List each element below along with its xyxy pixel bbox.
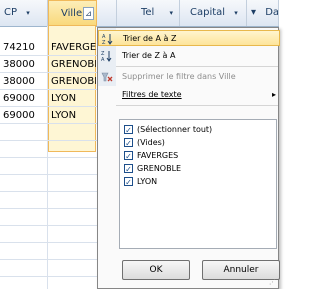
column-header-blank bbox=[97, 0, 117, 26]
column-header-label: Date bbox=[265, 7, 279, 18]
menu-item-label: Trier de Z à A bbox=[122, 51, 176, 60]
column-header-tel[interactable]: Tel ▾ bbox=[117, 0, 180, 26]
cell-cp[interactable]: 69000 bbox=[0, 91, 48, 107]
menu-separator bbox=[116, 105, 278, 106]
menu-item-clear-filter[interactable]: Supprimer le filtre dans Ville bbox=[98, 69, 280, 85]
ok-button[interactable]: OK bbox=[122, 260, 190, 280]
filter-dropdown-icon[interactable]: ▾ bbox=[251, 7, 256, 18]
clear-filter-icon bbox=[101, 71, 113, 83]
column-header-cp[interactable]: CP ▾ bbox=[0, 0, 48, 26]
cell-ville[interactable]: FAVERGES bbox=[48, 40, 96, 56]
checklist-item-grenoble[interactable]: ✓ GRENOBLE bbox=[124, 163, 181, 175]
checklist-label: (Sélectionner tout) bbox=[137, 125, 213, 134]
resize-grip-icon[interactable]: ⋰ bbox=[269, 278, 276, 286]
checkbox[interactable]: ✓ bbox=[124, 151, 133, 161]
checklist-item-faverges[interactable]: ✓ FAVERGES bbox=[124, 150, 178, 162]
checklist-item-lyon[interactable]: ✓ LYON bbox=[124, 176, 157, 188]
column-header-capital[interactable]: Capital ▾ bbox=[180, 0, 247, 26]
column-header-date[interactable]: ▾ Date bbox=[247, 0, 279, 26]
menu-item-label: Supprimer le filtre dans Ville bbox=[122, 72, 236, 81]
cancel-button[interactable]: Annuler bbox=[202, 260, 280, 280]
cell-ville[interactable]: LYON bbox=[48, 91, 96, 107]
checkbox[interactable]: ✓ bbox=[124, 164, 133, 174]
svg-text:Z: Z bbox=[102, 40, 106, 45]
autofilter-menu: AZ Trier de A à Z ZA Trier de Z à A Supp… bbox=[97, 27, 280, 289]
value-checklist[interactable]: ✓ (Sélectionner tout) ✓ (Vides) ✓ FAVERGES … bbox=[119, 119, 277, 249]
cell-cp[interactable]: 74210 bbox=[0, 40, 48, 56]
column-header-ville[interactable]: Ville ⊿ bbox=[48, 0, 97, 26]
checklist-item-blanks[interactable]: ✓ (Vides) bbox=[124, 137, 165, 149]
cell-cp[interactable]: 38000 bbox=[0, 57, 48, 73]
column-header-label: Tel bbox=[141, 7, 155, 18]
menu-item-label: Filtres de texte bbox=[122, 90, 182, 99]
filter-dropdown-icon[interactable]: ▾ bbox=[26, 9, 30, 17]
column-header-row: CP ▾ Ville ⊿ Tel ▾ Capital ▾ ▾ Date bbox=[0, 0, 279, 27]
checkbox[interactable]: ✓ bbox=[124, 138, 133, 148]
column-header-label: Ville bbox=[61, 8, 83, 19]
svg-text:A: A bbox=[101, 57, 105, 62]
cell-cp[interactable]: 38000 bbox=[0, 74, 48, 90]
column-header-label: CP bbox=[4, 7, 18, 18]
menu-separator bbox=[116, 66, 278, 67]
cell-cp[interactable]: 69000 bbox=[0, 108, 48, 124]
sort-az-icon: AZ bbox=[102, 33, 114, 46]
checkbox[interactable]: ✓ bbox=[124, 177, 133, 187]
menu-item-sort-za[interactable]: ZA Trier de Z à A bbox=[98, 48, 280, 64]
checkbox[interactable]: ✓ bbox=[124, 125, 133, 135]
cell-ville[interactable]: GRENOBLE bbox=[48, 57, 96, 73]
checklist-label: FAVERGES bbox=[137, 151, 179, 160]
checklist-label: (Vides) bbox=[137, 138, 165, 147]
menu-item-label: Trier de A à Z bbox=[123, 34, 177, 43]
submenu-arrow-icon: ▸ bbox=[271, 90, 276, 99]
active-filter-button[interactable]: ⊿ bbox=[83, 7, 94, 20]
menu-item-sort-az[interactable]: AZ Trier de A à Z bbox=[98, 30, 280, 46]
cell-ville[interactable]: LYON bbox=[48, 108, 96, 124]
menu-item-text-filters[interactable]: Filtres de texte ▸ bbox=[98, 87, 280, 103]
filter-dropdown-icon[interactable]: ▾ bbox=[234, 9, 238, 17]
column-header-label: Capital bbox=[190, 7, 226, 18]
cell-ville[interactable]: GRENOBLE bbox=[48, 74, 96, 90]
checklist-label: LYON bbox=[137, 177, 158, 186]
checklist-label: GRENOBLE bbox=[137, 164, 182, 173]
checklist-item-select-all[interactable]: ✓ (Sélectionner tout) bbox=[124, 124, 212, 136]
filter-dropdown-icon[interactable]: ▾ bbox=[170, 9, 174, 17]
sort-za-icon: ZA bbox=[101, 50, 113, 63]
